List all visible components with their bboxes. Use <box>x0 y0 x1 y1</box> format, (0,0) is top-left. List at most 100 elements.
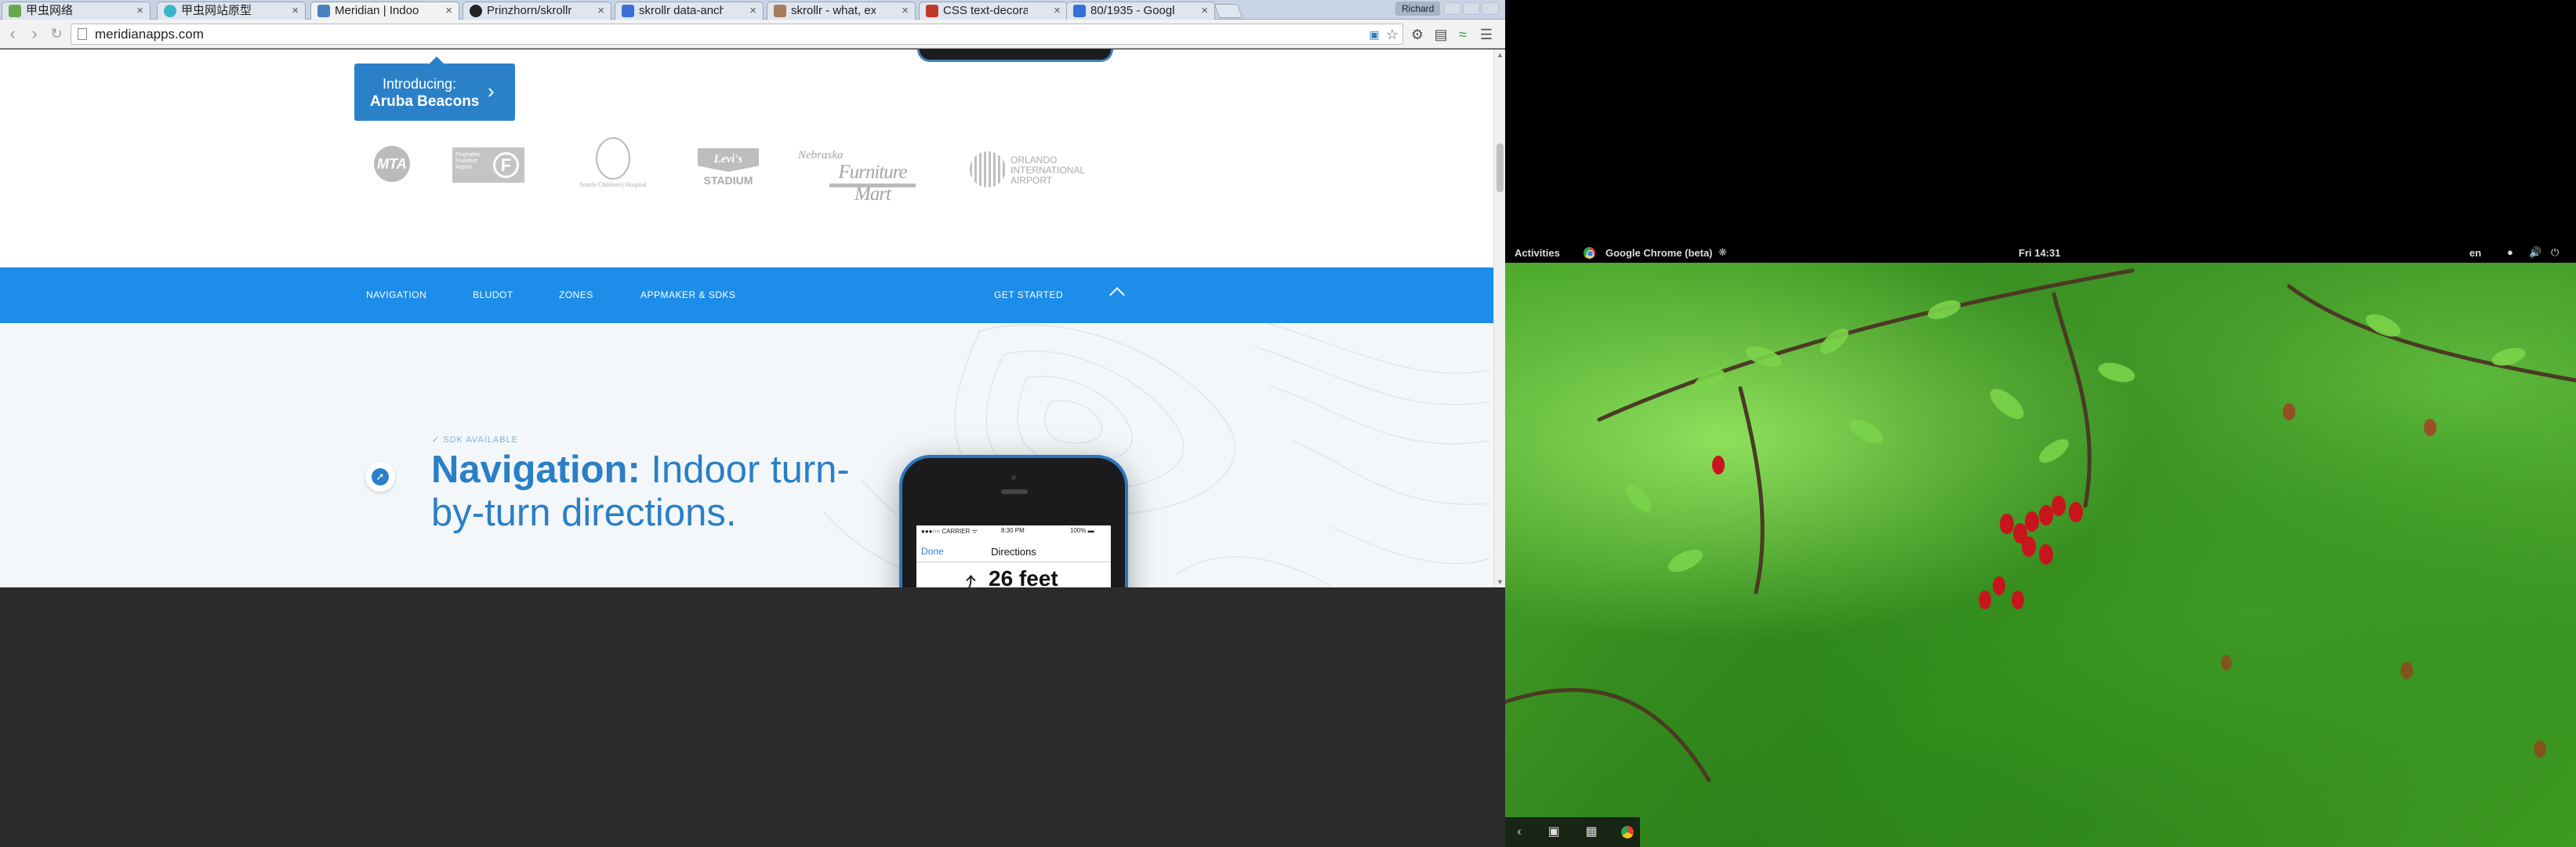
berry-branch-illustration <box>1505 268 2576 783</box>
nebraska-furniture-mart-logo: Nebraska Furniture Mart <box>798 149 923 205</box>
tab[interactable]: 甲虫网站原型 × <box>157 2 306 20</box>
scrollbar-thumb[interactable] <box>1497 144 1504 192</box>
tab[interactable]: Prinzhorn/skrollr × <box>463 2 611 20</box>
loading-spinner-icon: ❋ <box>1718 246 1727 258</box>
tab-favicon-icon <box>9 5 21 17</box>
tab-title: 80/1935 - Google E <box>1090 4 1175 17</box>
nav-bludot[interactable]: BLUDOT <box>473 289 513 300</box>
tab-close-icon[interactable]: × <box>597 2 604 19</box>
tab-close-icon[interactable]: × <box>445 2 452 19</box>
minimize-button[interactable] <box>1444 2 1461 15</box>
wifi-icon[interactable]: ≈ <box>1454 26 1471 43</box>
cast-icon[interactable]: ▣ <box>1366 26 1383 43</box>
new-tab-button[interactable] <box>1214 4 1243 18</box>
profile-button[interactable]: Richard <box>1395 2 1441 16</box>
chevron-right-icon: › <box>488 79 495 103</box>
chrome-icon[interactable] <box>1620 824 1635 840</box>
forward-button[interactable]: › <box>24 23 45 45</box>
volume-icon[interactable]: 🔊 <box>2529 246 2542 259</box>
tab-title: CSS text-decoration <box>943 4 1028 17</box>
menu-icon[interactable]: ☰ <box>1478 26 1495 43</box>
intro-banner-button[interactable]: Introducing: Aruba Beacons › <box>354 56 515 121</box>
tab-title: skrollr - what, exact <box>791 4 876 17</box>
phone-directions-title: Directions <box>991 546 1036 558</box>
intro-line2: Aruba Beacons <box>370 93 480 110</box>
orlando-text: ORLANDO INTERNATIONAL AIRPORT <box>1010 154 1085 186</box>
tab[interactable]: CSS text-decoration × <box>919 2 1068 20</box>
reload-button[interactable]: ↻ <box>45 23 67 45</box>
phone-top-image <box>917 49 1113 62</box>
tab-title: skrollr data-anchor <box>639 4 724 17</box>
address-bar[interactable]: meridianapps.com <box>71 24 1403 45</box>
tab-close-icon[interactable]: × <box>136 2 143 19</box>
chevron-up-icon[interactable] <box>1109 287 1125 303</box>
app-menu[interactable]: Google Chrome (beta) <box>1605 247 1713 259</box>
phone-status-bar: ●●●○○ CARRIER ᯤ 8:30 PM 100% ▬ <box>916 525 1111 536</box>
mta-logo: MTA <box>374 146 410 182</box>
turn-arrow-icon: ⤴ <box>956 573 977 587</box>
power-icon[interactable]: ⏻ <box>2551 246 2559 259</box>
maximize-button[interactable] <box>1463 2 1480 15</box>
tab-favicon-icon <box>164 5 176 17</box>
tab-close-icon[interactable]: × <box>292 2 299 19</box>
tab-close-icon[interactable]: × <box>1054 2 1061 19</box>
tab-favicon-icon <box>926 5 938 17</box>
window-icon[interactable]: ▤ <box>1432 26 1449 43</box>
tab-close-icon[interactable]: × <box>749 2 756 19</box>
tab[interactable]: skrollr data-anchor × <box>615 2 764 20</box>
compass-icon: ➚ <box>365 462 395 492</box>
nav-zones[interactable]: ZONES <box>559 289 593 300</box>
tab-close-icon[interactable]: × <box>902 2 909 19</box>
hospital-name: Seattle Children's Hospital <box>579 181 647 188</box>
hospital-seal-icon <box>596 137 630 180</box>
gnome-top-bar: Activities Google Chrome (beta) ❋ Fri 14… <box>1505 243 2576 263</box>
feature-heading-bold: Navigation: <box>431 449 640 491</box>
phone-speaker <box>1001 489 1028 494</box>
phone-done-button: Done <box>921 546 944 557</box>
logo-circle: F <box>493 152 519 178</box>
compass-icon-inner: ➚ <box>372 468 389 485</box>
scroll-up-arrow-icon[interactable]: ▲ <box>1497 51 1504 59</box>
page-viewport: Introducing: Aruba Beacons › MTA Flughaf… <box>0 49 1493 587</box>
gnome-desktop: Activities Google Chrome (beta) ❋ Fri 14… <box>1505 0 2576 847</box>
star-icon[interactable]: ☆ <box>1384 26 1401 43</box>
tab-title: Meridian | Indoor C <box>335 4 419 17</box>
desktop-wallpaper <box>1505 263 2576 847</box>
page-icon <box>78 28 87 40</box>
back-icon[interactable]: ‹ <box>1511 824 1527 840</box>
tab-active[interactable]: Meridian | Indoor C × <box>310 2 459 20</box>
tab-favicon-icon <box>774 5 786 17</box>
dash-dock: ‹ ▣ ▦ <box>1505 817 1640 847</box>
tab-favicon-icon <box>1073 5 1086 17</box>
tab-title: 甲虫网络 <box>26 4 74 17</box>
nav-appmaker-sdks[interactable]: APPMAKER & SDKS <box>640 289 736 300</box>
sdk-available-label: ✓ SDK AVAILABLE <box>432 435 519 445</box>
tab[interactable]: skrollr - what, exact × <box>767 2 916 20</box>
close-window-button[interactable] <box>1482 2 1499 15</box>
back-button[interactable]: ‹ <box>2 23 24 45</box>
tab-close-icon[interactable]: × <box>1201 2 1208 19</box>
hospital-logo: Seattle Children's Hospital <box>571 137 655 189</box>
get-started-link[interactable]: GET STARTED <box>994 289 1063 300</box>
chrome-window: 甲虫网络 × 甲虫网站原型 × Meridian | Indoor C × Pr… <box>0 0 1505 847</box>
vertical-scrollbar[interactable]: ▲ ▼ <box>1493 49 1505 587</box>
phone-battery: 100% ▬ <box>1070 527 1094 534</box>
screenshot-icon[interactable]: ▦ <box>1584 824 1599 840</box>
settings-icon[interactable]: ⚙ <box>1409 26 1426 43</box>
photos-icon[interactable]: ▣ <box>1546 824 1562 840</box>
keyboard-layout-indicator[interactable]: en <box>2469 247 2481 259</box>
tab[interactable]: 甲虫网络 × <box>2 2 151 20</box>
scroll-down-arrow-icon[interactable]: ▼ <box>1497 578 1504 586</box>
nav-navigation[interactable]: NAVIGATION <box>366 289 426 300</box>
browser-toolbar: ‹ › ↻ meridianapps.com ▣ ☆ ⚙ ▤ ≈ ☰ <box>0 20 1505 49</box>
orlando-airport-logo: ORLANDO INTERNATIONAL AIRPORT <box>970 151 1117 187</box>
globe-icon <box>970 151 1006 187</box>
section-nav-bar: NAVIGATION BLUDOT ZONES APPMAKER & SDKS … <box>0 267 1493 323</box>
clock[interactable]: Fri 14:31 <box>2019 247 2060 259</box>
tab[interactable]: 80/1935 - Google E × <box>1066 2 1215 20</box>
phone-mockup: ●●●○○ CARRIER ᯤ 8:30 PM 100% ▬ Direction… <box>899 455 1128 587</box>
notification-icon[interactable]: ● <box>2507 246 2513 258</box>
activities-button[interactable]: Activities <box>1515 247 1560 259</box>
tab-title: Prinzhorn/skrollr <box>487 4 571 17</box>
empty-window-area <box>0 587 1505 847</box>
